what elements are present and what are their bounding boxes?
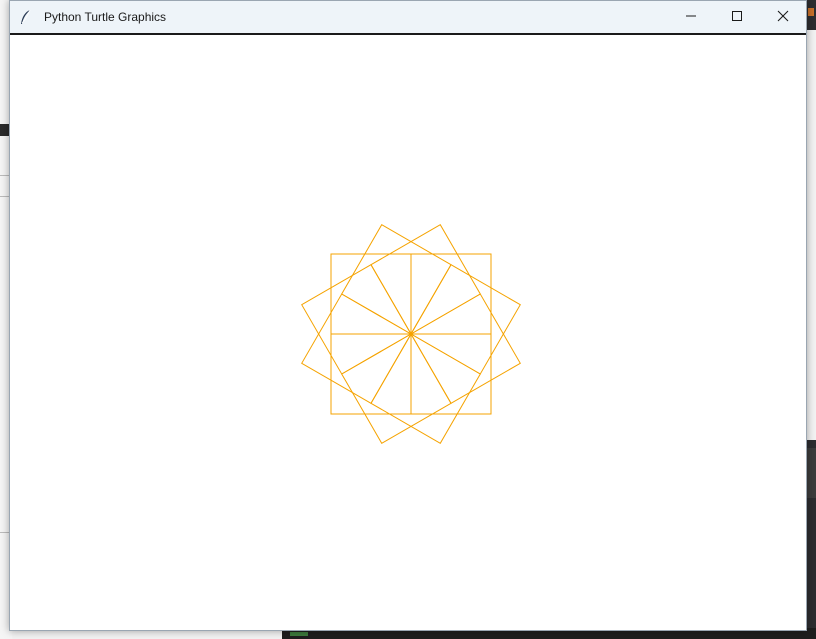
- turtle-square: [301, 293, 412, 404]
- turtle-square: [341, 224, 452, 335]
- minimize-icon: [686, 15, 696, 17]
- turtle-square: [410, 264, 521, 375]
- minimize-button[interactable]: [668, 1, 714, 31]
- turtle-square: [410, 333, 492, 415]
- title-bar[interactable]: Python Turtle Graphics: [10, 1, 806, 33]
- window-title: Python Turtle Graphics: [44, 10, 167, 24]
- turtle-canvas[interactable]: [12, 36, 804, 628]
- background-accent: [808, 8, 814, 16]
- background-panel: [806, 448, 816, 498]
- desktop: Python Turtle Graphics: [0, 0, 816, 639]
- title-separator: [10, 33, 806, 35]
- close-button[interactable]: [760, 1, 806, 31]
- turtle-drawing: [301, 224, 521, 444]
- turtle-window[interactable]: Python Turtle Graphics: [9, 0, 807, 631]
- maximize-button[interactable]: [714, 1, 760, 31]
- window-controls: [668, 1, 806, 33]
- feather-icon: [18, 9, 34, 25]
- turtle-square: [370, 333, 481, 444]
- background-app-right: [806, 440, 816, 639]
- background-app-right-top: [806, 0, 816, 30]
- turtle-square: [410, 253, 492, 335]
- maximize-icon: [732, 11, 742, 21]
- turtle-square: [370, 224, 481, 335]
- close-icon: [777, 10, 789, 22]
- turtle-square: [330, 333, 412, 415]
- turtle-square: [341, 333, 452, 444]
- turtle-square: [330, 253, 412, 335]
- turtle-square: [410, 293, 521, 404]
- turtle-square: [301, 264, 412, 375]
- background-accent: [290, 632, 308, 636]
